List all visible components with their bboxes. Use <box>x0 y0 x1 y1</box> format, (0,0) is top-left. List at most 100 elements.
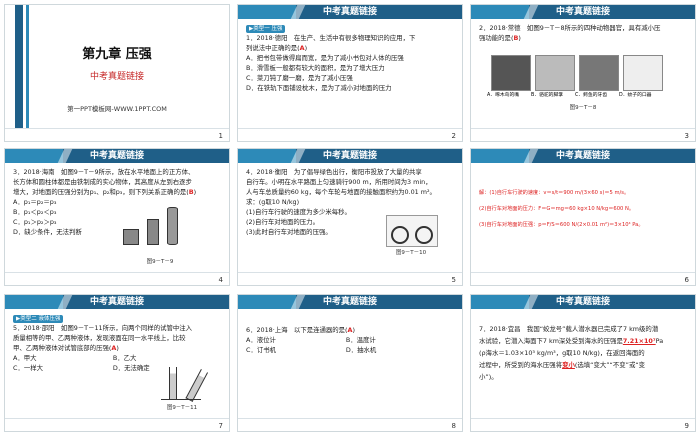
option-b: B．p₁＜p₂＜p₃ <box>13 208 57 216</box>
bicycle-image <box>386 215 438 247</box>
header-title: 中考真题链接 <box>322 7 377 17</box>
page-number: 3 <box>684 132 689 140</box>
header-title: 中考真题链接 <box>555 297 610 307</box>
cuboid-figure <box>147 219 159 245</box>
slide-body: 6．2018·上海 以下是连通器的是(A) A．液位计 B．温度计 C．订书机 D．… <box>246 325 454 417</box>
slide-body: 7．2018·宜昌 我国“蛟龙号”载人潜水器已完成了7 km级的潜 水试验，它潜… <box>479 323 687 417</box>
slide-footer: 8 <box>238 418 462 431</box>
question-line: 甲、乙两种液体对试管底部的压强(A) <box>13 344 119 352</box>
slide-header: 中考真题链接 <box>471 295 695 309</box>
slide-4[interactable]: 中考真题链接 3．2018·海南 如图9－T－9所示，放在水平地面上的正方体、 … <box>4 148 230 286</box>
question-line: 列说法中正确的是(A) <box>246 44 308 52</box>
question-line: 强功能的是(B) <box>479 34 521 42</box>
slide-footer: 9 <box>471 418 695 431</box>
question-line: 6．2018·上海 以下是连通器的是(A) <box>246 326 355 334</box>
slide-7[interactable]: 中考真题链接 ▶类型二 液体压强 5．2018·邵阳 如图9－T－11所示，向两… <box>4 294 230 432</box>
slide-header: 中考真题链接 <box>5 149 229 163</box>
page-number: 2 <box>451 132 456 140</box>
slide-1[interactable]: 第九章 压强 中考真题链接 第一PPT模板网-WWW.1PPT.COM 1 <box>4 4 230 142</box>
option-c: C．订书机 <box>246 346 277 354</box>
slide-header: 中考真题链接 <box>238 5 462 19</box>
option-c: C．p₁＞p₂＞p₃ <box>13 218 57 226</box>
slide-footer: 3 <box>471 128 695 141</box>
option-a: A．把书包带做得扁而宽，是为了减小书包对人体的压强 <box>246 54 404 62</box>
question-line: 1．2018·德阳 在生产、生活中有很多物理知识的应用，下 <box>246 34 416 42</box>
header-title: 中考真题链接 <box>322 297 377 307</box>
question-line: 长方体和圆柱体都是由铁制成的实心物体，其高度从左到右逐步 <box>13 178 192 186</box>
question-line: 3．2018·海南 如图9－T－9所示，放在水平地面上的正方体、 <box>13 168 195 176</box>
figure-caption: 图9－T－8 <box>569 105 597 111</box>
option-c: C．一样大 <box>13 364 44 372</box>
header-title: 中考真题链接 <box>89 151 144 161</box>
slide-title: 第九章 压强 <box>82 47 152 62</box>
slide-9[interactable]: 中考真题链接 7．2018·宜昌 我国“蛟龙号”载人潜水器已完成了7 km级的潜… <box>470 294 696 432</box>
option-c: C．菜刀钝了磨一磨，是为了减小压强 <box>246 74 353 82</box>
slide-header: 中考真题链接 <box>238 149 462 163</box>
question-line: 增大，对地面的压强分别为p₁、p₂和p₃，则下列关系正确的是(B) <box>13 188 197 196</box>
mosquito-image <box>623 55 663 91</box>
page-number: 9 <box>684 422 689 430</box>
slide-8[interactable]: 中考真题链接 6．2018·上海 以下是连通器的是(A) A．液位计 B．温度计 … <box>237 294 463 432</box>
type-tag: ▶类型一 压强 <box>246 25 286 33</box>
solution-line: (3)自行车对地面的压强：p＝F/S＝600 N/(2×0.01 m²)＝3×1… <box>479 222 644 228</box>
page-number: 4 <box>218 276 223 284</box>
option-b: B．温度计 <box>345 336 376 344</box>
test-tube-figure <box>161 365 209 402</box>
crocodile-image <box>579 55 619 91</box>
camel-image <box>535 55 575 91</box>
answer-blank-2: 变小 <box>562 361 575 369</box>
header-title: 中考真题链接 <box>555 7 610 17</box>
question-line: 过程中，所受到的海水压强将变小(选填“变大”“不变”或“变 <box>479 361 646 369</box>
slide-5[interactable]: 中考真题链接 4．2018·衡阳 为了倡导绿色出行，衡阳市投放了大量的共享 自行… <box>237 148 463 286</box>
question-line: 2．2018·常德 如图9－T－8所示的四种动物器官，具有减小压 <box>479 24 661 32</box>
option-a: A．p₁＝p₂＝p₃ <box>13 198 57 206</box>
page-number: 7 <box>218 422 223 430</box>
cylinder-figure <box>167 207 178 245</box>
slide-subtitle: 中考真题链接 <box>89 72 144 82</box>
option-d: D．缺少条件，无法判断 <box>13 228 82 236</box>
slide-3[interactable]: 中考真题链接 2．2018·常德 如图9－T－8所示的四种动物器官，具有减小压 … <box>470 4 696 142</box>
watermark-text: 第一PPT模板网-WWW.1PPT.COM <box>67 105 167 113</box>
question-line: 水试验，它潜入海面下7 km深处受到海水的压强是7.21×10⁷Pa <box>479 337 664 345</box>
question-line: 4．2018·衡阳 为了倡导绿色出行，衡阳市投放了大量的共享 <box>246 168 422 176</box>
header-title: 中考真题链接 <box>89 297 144 307</box>
figure-caption: 图9－T－11 <box>166 405 198 411</box>
question-line: (ρ海水＝1.03×10³ kg/m³，g取10 N/kg)，在返回海面的 <box>479 349 645 357</box>
header-title: 中考真题链接 <box>555 151 610 161</box>
question-line: 人与车总质量约60 kg，每个车轮与地面的接触面积约为0.01 m²。 <box>246 188 436 196</box>
question-line: 求：(g取10 N/kg) <box>246 198 300 206</box>
option-b: B．乙大 <box>112 354 137 362</box>
slide-footer: 7 <box>5 418 229 431</box>
slide-header: 中考真题链接 <box>5 295 229 309</box>
slide-header: 中考真题链接 <box>471 149 695 163</box>
header-title: 中考真题链接 <box>322 151 377 161</box>
figure-caption: 图9－T－9 <box>146 259 174 265</box>
slide-footer: 5 <box>238 272 462 285</box>
page-number: 8 <box>451 422 456 430</box>
woodpecker-image <box>491 55 531 91</box>
option-a: A．液位计 <box>246 336 276 344</box>
figure-caption: 图9－T－10 <box>395 250 427 256</box>
solution-line: 解：(1)自行车行驶的速度：v＝s/t＝900 m/(3×60 s)＝5 m/s… <box>479 190 630 196</box>
page-number: 5 <box>451 276 456 284</box>
option-d: D．在铁轨下面铺设枕木，是为了减小对地面的压力 <box>246 84 392 92</box>
slide-grid: 第九章 压强 中考真题链接 第一PPT模板网-WWW.1PPT.COM 1 中考… <box>0 0 700 438</box>
option-b: B．滑雪板一般都有较大的面积，是为了增大压力 <box>246 64 385 72</box>
question-line: 7．2018·宜昌 我国“蛟龙号”载人潜水器已完成了7 km级的潜 <box>479 325 659 333</box>
cube-figure <box>123 229 139 245</box>
slide-body: 解：(1)自行车行驶的速度：v＝s/t＝900 m/(3×60 s)＝5 m/s… <box>479 185 687 271</box>
slide-footer: 4 <box>5 272 229 285</box>
image-labels: A．啄木鸟的嘴 B．骆驼的脚掌 C．鳄鱼的牙齿 D．蚊子的口器 <box>487 93 652 98</box>
slide-header: 中考真题链接 <box>238 295 462 309</box>
slide-header: 中考真题链接 <box>471 5 695 19</box>
option-a: A．甲大 <box>13 354 37 362</box>
page-number: 6 <box>684 276 689 284</box>
question-line: 小”)。 <box>479 373 498 381</box>
question-line: 5．2018·邵阳 如图9－T－11所示，向两个同样的试管中注入 <box>13 324 193 332</box>
slide-6[interactable]: 中考真题链接 解：(1)自行车行驶的速度：v＝s/t＝900 m/(3×60 s… <box>470 148 696 286</box>
page-number: 1 <box>218 132 223 140</box>
option-d: D．抽水机 <box>345 346 377 354</box>
slide-footer: 6 <box>471 272 695 285</box>
slide-2[interactable]: 中考真题链接 ▶类型一 压强 1．2018·德阳 在生产、生活中有很多物理知识的… <box>237 4 463 142</box>
slide-footer: 2 <box>238 128 462 141</box>
